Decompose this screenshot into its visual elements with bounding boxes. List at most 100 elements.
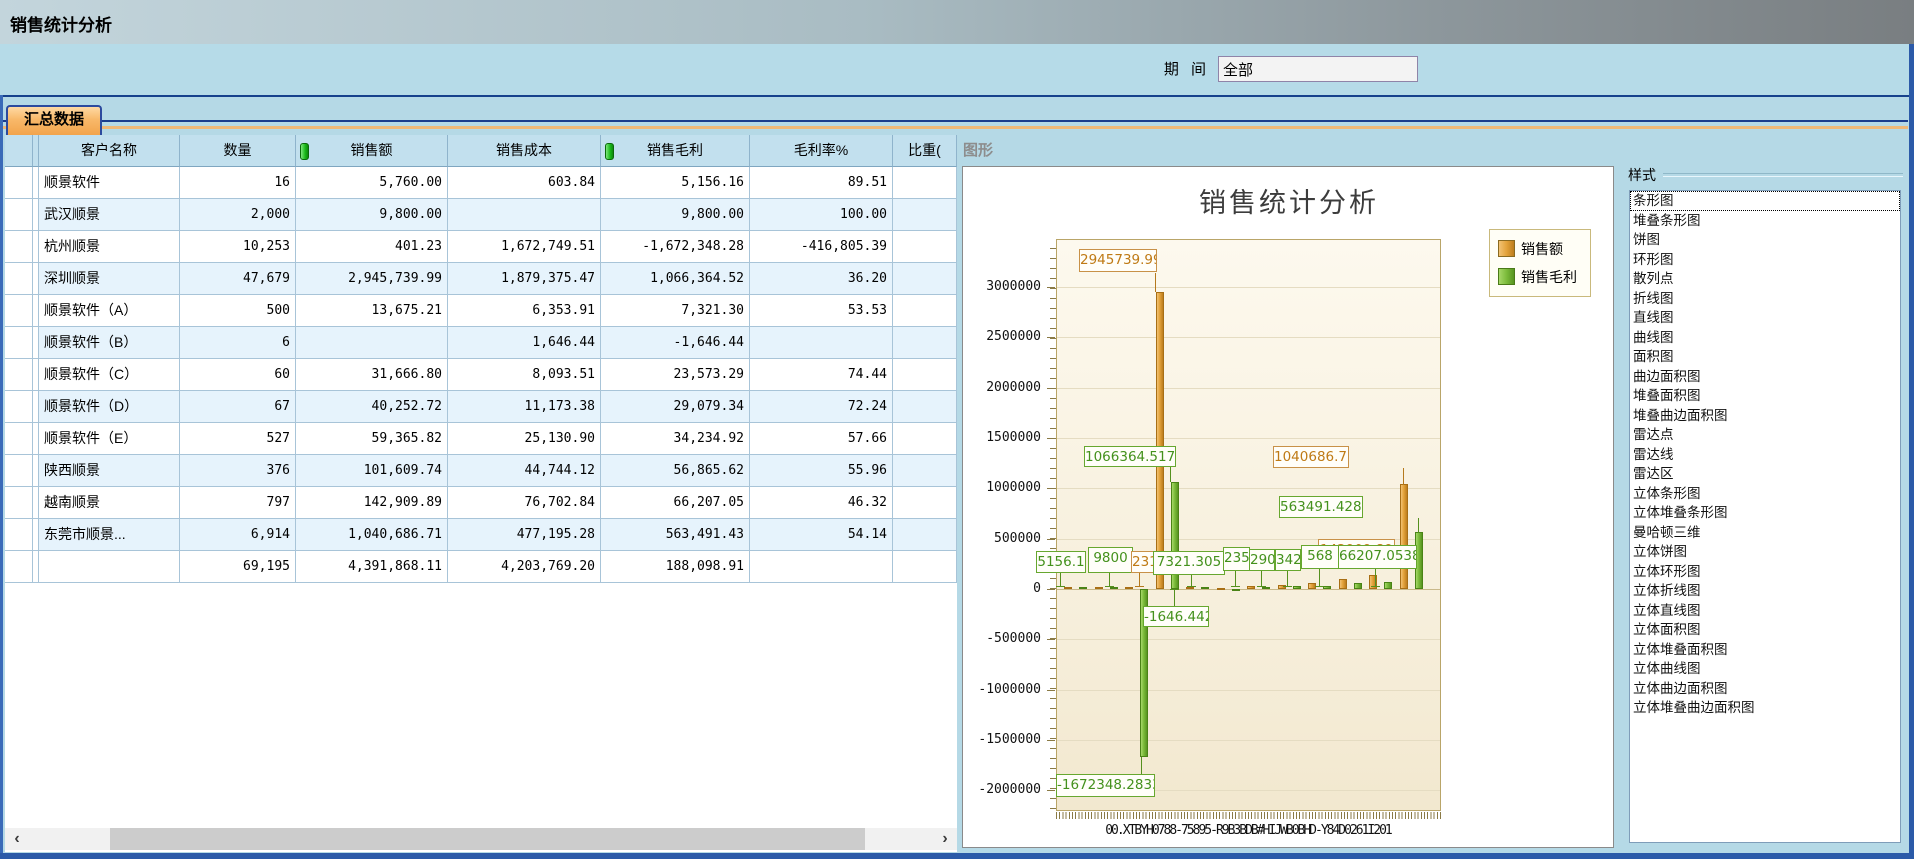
value-cell[interactable]: 142,909.89 [296,487,448,519]
tab-summary-data[interactable]: 汇总数据 [6,105,102,135]
value-cell[interactable]: 13,675.21 [296,295,448,327]
row-selector-cell[interactable] [5,327,33,359]
style-list-item[interactable]: 堆叠面积图 [1630,386,1900,406]
value-cell[interactable]: 797 [180,487,296,519]
row-selector-cell[interactable] [5,167,33,199]
value-cell[interactable]: 72.24 [750,391,893,423]
value-cell[interactable] [893,391,957,423]
value-cell[interactable]: 34,234.92 [601,423,750,455]
value-cell[interactable] [893,167,957,199]
scrollbar-thumb[interactable] [110,828,865,850]
value-cell[interactable]: 56,865.62 [601,455,750,487]
value-cell[interactable]: 376 [180,455,296,487]
value-cell[interactable]: 40,252.72 [296,391,448,423]
value-cell[interactable]: -416,805.39 [750,231,893,263]
style-list-item[interactable]: 饼图 [1630,230,1900,250]
value-cell[interactable]: 67 [180,391,296,423]
value-cell[interactable]: 6,353.91 [448,295,601,327]
value-cell[interactable] [893,263,957,295]
horizontal-scrollbar[interactable]: ‹ › [5,828,957,850]
value-cell[interactable]: 4,391,868.11 [296,551,448,583]
value-cell[interactable]: 59,365.82 [296,423,448,455]
style-list-item[interactable]: 雷达区 [1630,464,1900,484]
style-list-item[interactable]: 曲线图 [1630,328,1900,348]
customer-name-cell[interactable]: 陕西顺景 [39,455,180,487]
value-cell[interactable]: 29,079.34 [601,391,750,423]
value-cell[interactable]: 2,000 [180,199,296,231]
customer-name-cell[interactable]: 顺景软件（E） [39,423,180,455]
row-selector-cell[interactable] [5,455,33,487]
row-selector-cell[interactable] [5,519,33,551]
value-cell[interactable]: 31,666.80 [296,359,448,391]
value-cell[interactable]: 25,130.90 [448,423,601,455]
style-list-item[interactable]: 堆叠曲边面积图 [1630,406,1900,426]
style-list-item[interactable]: 立体折线图 [1630,581,1900,601]
value-cell[interactable]: 44,744.12 [448,455,601,487]
style-list-item[interactable]: 立体条形图 [1630,484,1900,504]
value-cell[interactable]: 46.32 [750,487,893,519]
value-cell[interactable]: 9,800.00 [296,199,448,231]
row-selector-cell[interactable] [5,391,33,423]
value-cell[interactable]: 9,800.00 [601,199,750,231]
value-cell[interactable] [893,327,957,359]
style-list-item[interactable]: 雷达线 [1630,445,1900,465]
value-cell[interactable]: 477,195.28 [448,519,601,551]
column-header[interactable]: 客户名称 [39,135,180,167]
value-cell[interactable]: 47,679 [180,263,296,295]
row-selector-cell[interactable] [5,295,33,327]
value-cell[interactable]: 60 [180,359,296,391]
style-list-item[interactable]: 立体面积图 [1630,620,1900,640]
value-cell[interactable]: 101,609.74 [296,455,448,487]
value-cell[interactable]: 100.00 [750,199,893,231]
column-header[interactable]: 比重( [893,135,957,167]
style-list-item[interactable]: 立体堆叠曲边面积图 [1630,698,1900,718]
value-cell[interactable]: 76,702.84 [448,487,601,519]
style-list-item[interactable]: 条形图 [1630,191,1900,211]
value-cell[interactable]: 6,914 [180,519,296,551]
customer-name-cell[interactable] [39,551,180,583]
value-cell[interactable]: 89.51 [750,167,893,199]
value-cell[interactable] [750,327,893,359]
value-cell[interactable]: 188,098.91 [601,551,750,583]
style-list-item[interactable]: 立体曲线图 [1630,659,1900,679]
value-cell[interactable]: 5,156.16 [601,167,750,199]
style-list-item[interactable]: 曲边面积图 [1630,367,1900,387]
value-cell[interactable] [448,199,601,231]
value-cell[interactable]: 10,253 [180,231,296,263]
chart-style-list[interactable]: 条形图堆叠条形图饼图环形图散列点折线图直线图曲线图面积图曲边面积图堆叠面积图堆叠… [1629,190,1901,843]
value-cell[interactable]: 23,573.29 [601,359,750,391]
value-cell[interactable]: 54.14 [750,519,893,551]
header-selector-cell[interactable] [5,135,33,167]
style-list-item[interactable]: 立体曲边面积图 [1630,679,1900,699]
value-cell[interactable]: 2,945,739.99 [296,263,448,295]
row-selector-cell[interactable] [5,487,33,519]
value-cell[interactable]: 4,203,769.20 [448,551,601,583]
customer-name-cell[interactable]: 顺景软件（D） [39,391,180,423]
style-list-item[interactable]: 立体直线图 [1630,601,1900,621]
value-cell[interactable] [893,519,957,551]
value-cell[interactable]: 1,672,749.51 [448,231,601,263]
style-list-item[interactable]: 直线图 [1630,308,1900,328]
value-cell[interactable]: 55.96 [750,455,893,487]
style-list-item[interactable]: 立体环形图 [1630,562,1900,582]
column-header[interactable]: 销售毛利 [601,135,750,167]
value-cell[interactable]: 53.53 [750,295,893,327]
value-cell[interactable] [893,359,957,391]
style-list-item[interactable]: 立体堆叠面积图 [1630,640,1900,660]
customer-name-cell[interactable]: 顺景软件 [39,167,180,199]
row-selector-cell[interactable] [5,423,33,455]
style-list-item[interactable]: 折线图 [1630,289,1900,309]
row-selector-cell[interactable] [5,199,33,231]
style-list-item[interactable]: 雷达点 [1630,425,1900,445]
value-cell[interactable]: 57.66 [750,423,893,455]
value-cell[interactable]: -1,672,348.28 [601,231,750,263]
value-cell[interactable]: 1,879,375.47 [448,263,601,295]
value-cell[interactable]: 5,760.00 [296,167,448,199]
value-cell[interactable] [296,327,448,359]
value-cell[interactable]: 11,173.38 [448,391,601,423]
value-cell[interactable]: 1,066,364.52 [601,263,750,295]
value-cell[interactable] [893,199,957,231]
style-list-item[interactable]: 面积图 [1630,347,1900,367]
value-cell[interactable]: 603.84 [448,167,601,199]
value-cell[interactable] [893,551,957,583]
